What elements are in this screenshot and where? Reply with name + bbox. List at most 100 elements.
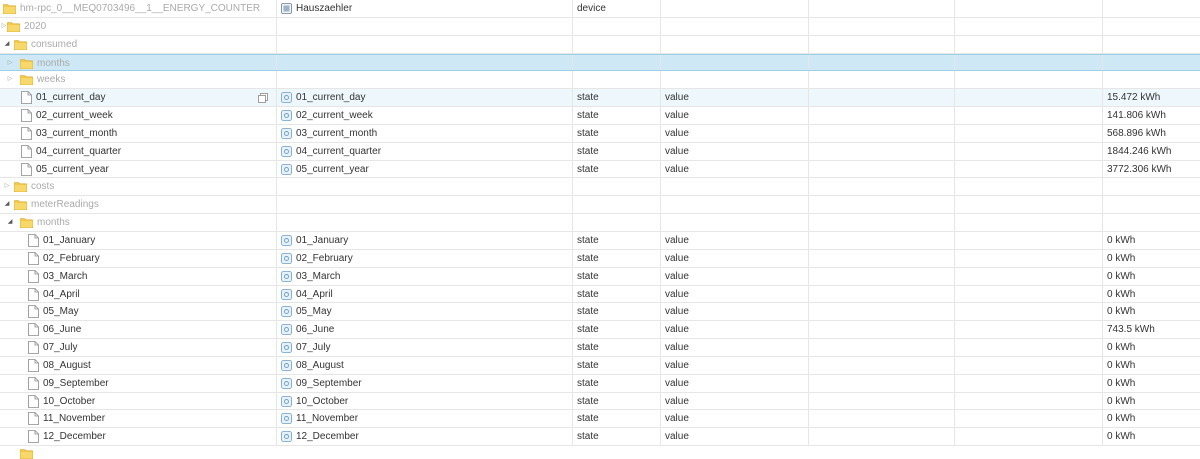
state-row[interactable]: 09_September 09_September state value 0 kWh <box>0 374 1200 393</box>
val-cell <box>1102 71 1200 89</box>
object-type: state <box>577 306 599 318</box>
state-row[interactable]: 11_November 11_November state value 0 kWh <box>0 410 1200 429</box>
expanded-arrow-icon[interactable]: ◢ <box>3 36 11 53</box>
x1-cell <box>808 196 954 214</box>
state-row[interactable]: 07_July 07_July state value 0 kWh <box>0 339 1200 357</box>
x2-cell <box>954 160 1102 178</box>
obj-cell: 11_November <box>276 410 572 428</box>
state-row[interactable]: 01_current_day 01_current_day state value 15… <box>0 89 1200 108</box>
object-name: 03_March <box>296 270 341 282</box>
state-name: 07_July <box>43 342 78 354</box>
state-value: 0 kWh <box>1107 270 1136 282</box>
obj-cell: 01_January <box>276 231 572 249</box>
expanded-arrow-icon[interactable]: ◢ <box>6 214 14 231</box>
x1-cell <box>808 410 954 428</box>
val-cell <box>1102 178 1200 196</box>
val-cell <box>1102 35 1200 53</box>
folder-label: months <box>37 57 70 69</box>
object-role: value <box>665 324 689 336</box>
state-object-icon <box>281 431 292 443</box>
state-row[interactable]: 12_December 12_December state value 0 kWh <box>0 428 1200 447</box>
object-type: state <box>577 342 599 354</box>
state-object-icon <box>281 145 292 157</box>
folder-label: 2020 <box>24 20 47 32</box>
obj-cell: 01_current_day <box>276 89 572 107</box>
collapsed-arrow-icon[interactable]: ▷ <box>6 55 14 71</box>
role-cell <box>660 0 808 17</box>
file-icon <box>21 109 32 122</box>
state-value: 568.896 kWh <box>1107 127 1166 139</box>
collapsed-arrow-icon[interactable]: ▷ <box>3 178 11 195</box>
state-row[interactable]: 10_October 10_October state value 0 kWh <box>0 392 1200 411</box>
x2-cell <box>954 285 1102 303</box>
state-row[interactable]: 05_May 05_May state value 0 kWh <box>0 303 1200 322</box>
type-cell <box>572 54 660 71</box>
file-icon <box>28 376 39 390</box>
state-row[interactable]: 04_April 04_April state value 0 kWh <box>0 285 1200 304</box>
x1-cell <box>808 303 954 321</box>
name-cell: 06_June <box>0 321 276 338</box>
role-cell: value <box>660 160 808 178</box>
year-row[interactable]: ▷ 2020 <box>0 17 1200 36</box>
costs-row[interactable]: ▷ costs <box>0 178 1200 197</box>
type-cell: state <box>572 160 660 178</box>
object-type: state <box>577 395 599 407</box>
x1-cell <box>808 142 954 160</box>
x2-cell <box>954 214 1102 231</box>
state-row[interactable]: 05_current_year 05_current_year state value… <box>0 160 1200 179</box>
state-name: 04_April <box>43 288 80 300</box>
object-name: 04_April <box>296 288 333 300</box>
meter-readings-row[interactable]: ◢ meterReadings <box>0 196 1200 215</box>
state-value: 0 kWh <box>1107 252 1136 264</box>
object-role: value <box>665 306 689 318</box>
state-name: 11_November <box>43 413 106 425</box>
consumed-row[interactable]: ◢ consumed <box>0 35 1200 54</box>
object-role: value <box>665 359 689 371</box>
state-row[interactable]: 08_August 08_August state value 0 kWh <box>0 356 1200 375</box>
val-cell: 0 kWh <box>1102 285 1200 303</box>
state-row[interactable]: 02_current_week 02_current_week state value… <box>0 107 1200 125</box>
obj-cell: 12_December <box>276 428 572 446</box>
file-icon <box>28 287 39 301</box>
val-cell: 0 kWh <box>1102 356 1200 374</box>
x1-cell <box>808 124 954 142</box>
name-cell: 10_October <box>0 393 276 410</box>
state-object-icon <box>281 92 292 104</box>
x1-cell <box>808 178 954 196</box>
state-row[interactable]: 06_June 06_June state value 743.5 kWh <box>0 321 1200 340</box>
device-row[interactable]: hm-rpc_0__MEQ0703496__1__ENERGY_COUNTER H… <box>0 0 1200 18</box>
meter-months-row[interactable]: ◢ months <box>0 214 1200 232</box>
object-role: value <box>665 395 689 407</box>
role-cell: value <box>660 89 808 107</box>
expanded-arrow-icon[interactable]: ◢ <box>3 196 11 213</box>
name-cell: 09_September <box>0 375 276 392</box>
val-cell <box>1102 196 1200 214</box>
val-cell: 743.5 kWh <box>1102 321 1200 339</box>
state-value: 0 kWh <box>1107 395 1136 407</box>
x2-cell <box>954 196 1102 214</box>
state-row[interactable]: 03_current_month 03_current_month state val… <box>0 124 1200 143</box>
type-cell <box>572 178 660 196</box>
consumed-weeks-row[interactable]: ▷ weeks <box>0 71 1200 90</box>
state-row[interactable]: 04_current_quarter 04_current_quarter stat… <box>0 142 1200 161</box>
obj-cell <box>276 17 572 35</box>
object-role: value <box>665 92 689 104</box>
object-name: 10_October <box>296 395 349 407</box>
x2-cell <box>954 321 1102 339</box>
val-cell: 0 kWh <box>1102 303 1200 321</box>
name-cell: 04_April <box>0 286 276 303</box>
copy-icon[interactable] <box>258 93 268 104</box>
folder-icon <box>14 39 27 50</box>
device-type: device <box>577 3 606 14</box>
folder-label: months <box>37 217 70 229</box>
name-cell: 01_January <box>0 232 276 249</box>
object-name: 08_August <box>296 359 344 371</box>
state-row[interactable]: 03_March 03_March state value 0 kWh <box>0 267 1200 286</box>
x2-cell <box>954 178 1102 196</box>
collapsed-arrow-icon[interactable]: ▷ <box>6 71 14 88</box>
consumed-months-row[interactable]: ▷ months <box>0 53 1200 72</box>
state-name: 05_current_year <box>36 163 109 175</box>
state-row[interactable]: 02_February 02_February state value 0 kWh <box>0 249 1200 268</box>
state-row[interactable]: 01_January 01_January state value 0 kWh <box>0 231 1200 250</box>
name-cell: 01_current_day <box>0 89 276 106</box>
